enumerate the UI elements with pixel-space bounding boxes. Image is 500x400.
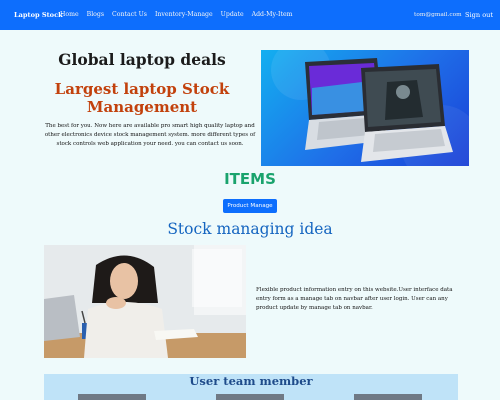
nav-link-contact[interactable]: Contact Us: [112, 11, 147, 18]
team-member-photo: [354, 394, 422, 400]
idea-description: Flexible product information entry on th…: [256, 287, 453, 312]
hero-description: The best for you. Now here are available…: [44, 123, 256, 147]
nav-link-home[interactable]: Home: [60, 11, 79, 18]
laptops-hero-image: [261, 50, 469, 166]
nav-link-inventory-manage[interactable]: Inventory-Manage: [155, 11, 213, 18]
navbar: Laptop Stock Home Blogs Contact Us Inven…: [0, 0, 500, 30]
items-heading: ITEMS: [224, 170, 276, 188]
laptops-illustration: [271, 50, 469, 166]
nav-link-blogs[interactable]: Blogs: [87, 11, 104, 18]
team-section: User team member: [44, 374, 458, 400]
woman-at-laptop-image: [44, 245, 246, 358]
team-member-photo: [78, 394, 146, 400]
signout-button[interactable]: Sign out: [465, 11, 493, 19]
nav-link-update[interactable]: Update: [221, 11, 244, 18]
idea-heading: Stock managing idea: [167, 220, 333, 238]
hero-subtitle: Largest laptop Stock Management: [54, 80, 230, 116]
team-member-photo: [216, 394, 284, 400]
user-email: tom@gmail.com: [414, 12, 462, 18]
nav-link-add-my-item[interactable]: Add-My-Item: [252, 11, 293, 18]
product-manage-button[interactable]: Product Manage: [223, 199, 277, 213]
team-heading: User team member: [189, 374, 313, 388]
brand-link[interactable]: Laptop Stock: [14, 11, 63, 19]
hero-title: Global laptop deals: [58, 50, 226, 69]
nav-links: Home Blogs Contact Us Inventory-Manage U…: [60, 11, 301, 18]
woman-at-laptop-photo: [44, 245, 246, 358]
